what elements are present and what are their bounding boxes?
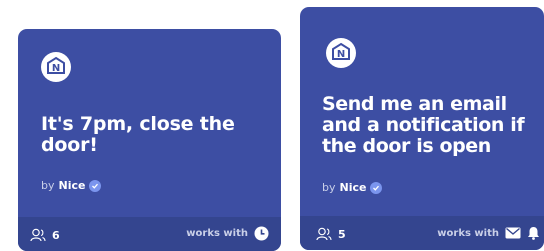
author-line: by Nice: [41, 179, 102, 192]
verified-icon: [370, 181, 383, 194]
works-with: works with: [437, 226, 540, 240]
by-label: by: [322, 181, 336, 194]
author-name[interactable]: Nice: [340, 181, 367, 194]
user-icon: [316, 227, 332, 241]
user-icon: [30, 228, 46, 242]
applet-card[interactable]: N Send me an email and a notification if…: [300, 7, 544, 250]
applet-card[interactable]: N It's 7pm, close the door! by Nice 6 wo…: [18, 29, 281, 251]
verified-icon: [89, 179, 102, 192]
applet-title: Send me an email and a notification if t…: [322, 93, 525, 157]
clock-icon: [254, 226, 269, 241]
svg-text:N: N: [337, 49, 345, 60]
user-count: 5: [316, 227, 346, 241]
author-line: by Nice: [322, 181, 383, 194]
email-icon: [505, 227, 521, 239]
user-count: 6: [30, 228, 60, 242]
by-label: by: [41, 179, 55, 192]
svg-text:N: N: [52, 63, 60, 74]
works-with: works with: [186, 226, 269, 241]
works-with-label: works with: [186, 228, 248, 239]
user-count-value: 6: [52, 228, 60, 242]
notification-icon: [527, 226, 540, 240]
card-footer: 5 works with: [300, 216, 544, 250]
author-name[interactable]: Nice: [59, 179, 86, 192]
nice-logo-icon: N: [326, 38, 356, 68]
nice-logo-icon: N: [41, 52, 71, 82]
card-footer: 6 works with: [18, 217, 281, 251]
user-count-value: 5: [338, 227, 346, 241]
applet-title: It's 7pm, close the door!: [41, 113, 235, 156]
works-with-label: works with: [437, 227, 499, 239]
